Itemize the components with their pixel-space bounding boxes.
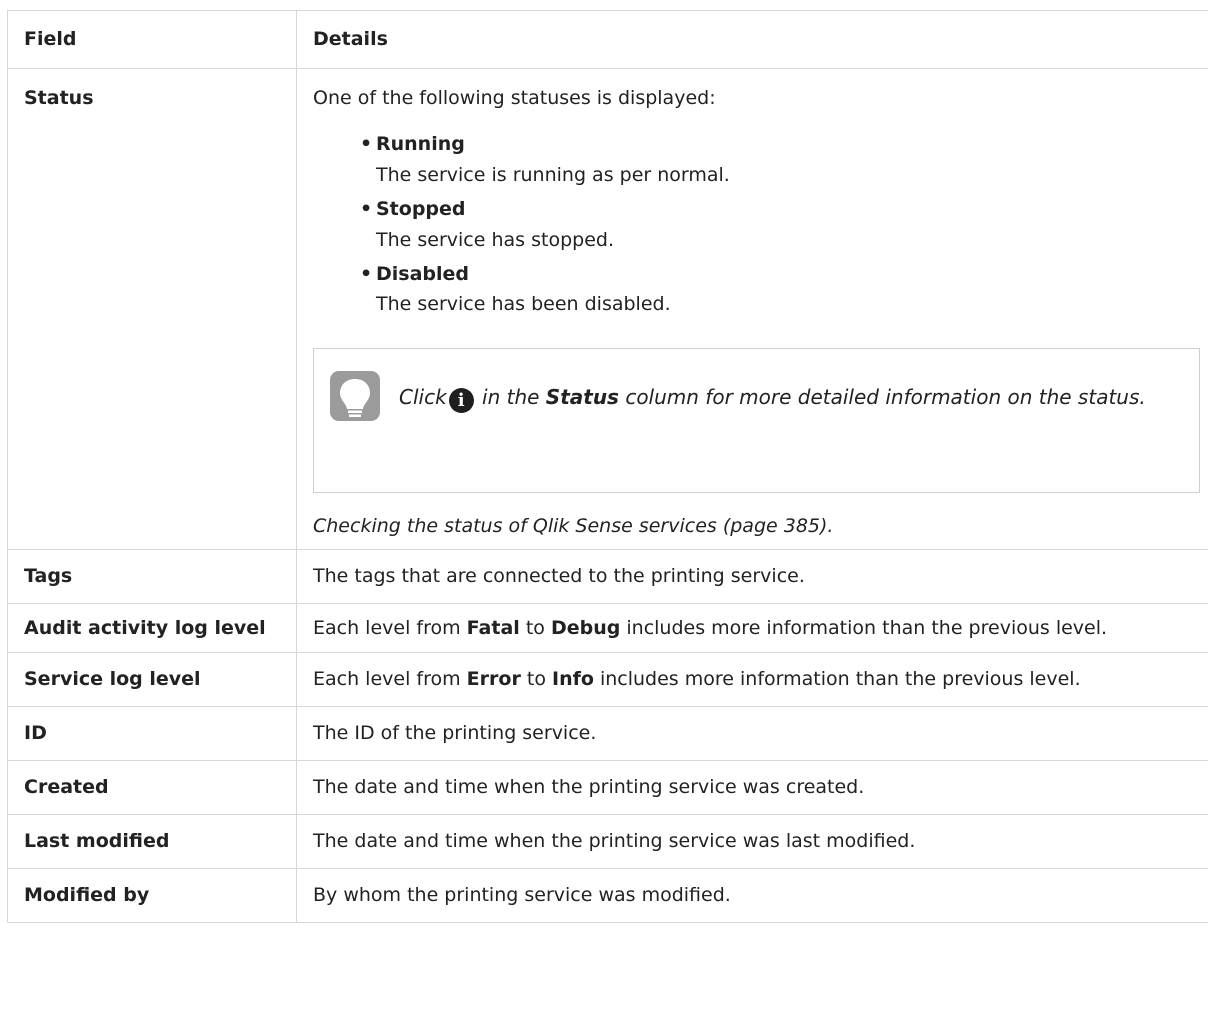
audit-from: Fatal	[466, 617, 520, 640]
link-suffix: .	[827, 514, 834, 537]
status-desc: The service is running as per normal.	[376, 163, 730, 186]
service-from: Error	[466, 667, 521, 690]
details-modified-by: By whom the printing service was modifie…	[296, 867, 1208, 923]
details-tags: The tags that are connected to the print…	[296, 549, 1208, 605]
bullet: •	[360, 262, 373, 285]
header-details: Details	[296, 10, 1208, 69]
status-desc: The service has stopped.	[376, 228, 614, 251]
tip-after: column for more detailed information on …	[625, 384, 1146, 409]
field-tags: Tags	[7, 549, 297, 605]
audit-suffix: includes more information than the previ…	[626, 617, 1108, 640]
status-name: Running	[376, 133, 465, 156]
bullet: •	[360, 198, 373, 221]
audit-prefix: Each level from	[313, 617, 461, 640]
header-field: Field	[7, 10, 297, 69]
table-row-tags: Tags The tags that are connected to the …	[7, 549, 1208, 605]
tip-middle: in the	[482, 384, 540, 409]
list-item: • Running The service is running as per …	[313, 129, 1200, 190]
field-status: Status	[7, 67, 297, 551]
details-created: The date and time when the printing serv…	[296, 759, 1208, 815]
status-link-line: Checking the status of Qlik Sense servic…	[313, 511, 1200, 541]
table-row-id: ID The ID of the printing service.	[7, 705, 1208, 761]
status-intro: One of the following statuses is display…	[313, 87, 716, 109]
field-audit: Audit activity log level	[7, 603, 297, 653]
status-name: Stopped	[376, 198, 466, 221]
service-to-word: to	[526, 667, 546, 690]
bullet: •	[360, 133, 373, 156]
field-last-modified: Last modified	[7, 813, 297, 869]
table-row-last-modified: Last modified The date and time when the…	[7, 813, 1208, 869]
tip-strong: Status	[545, 384, 619, 409]
info-circle-icon: i	[448, 387, 474, 413]
table-row-status: Status One of the following statuses is …	[7, 67, 1208, 551]
service-prefix: Each level from	[313, 667, 461, 690]
table-row-created: Created The date and time when the print…	[7, 759, 1208, 815]
details-service-log: Each level from Error to Info includes m…	[296, 651, 1208, 707]
tip-before: Click	[399, 384, 447, 409]
details-status: One of the following statuses is display…	[296, 67, 1208, 551]
field-modified-by: Modified by	[7, 867, 297, 923]
table-row-audit: Audit activity log level Each level from…	[7, 603, 1208, 653]
list-item: • Stopped The service has stopped.	[313, 194, 1200, 255]
status-list: • Running The service is running as per …	[313, 129, 1200, 319]
service-suffix: includes more information than the previ…	[599, 667, 1081, 690]
field-service-log: Service log level	[7, 651, 297, 707]
status-link[interactable]: Checking the status of Qlik Sense servic…	[313, 515, 827, 537]
tip-text: Click i in the Status column for more det…	[399, 381, 1169, 413]
tip-box: Click i in the Status column for more det…	[313, 347, 1200, 493]
audit-to-word: to	[525, 617, 545, 640]
field-id: ID	[7, 705, 297, 761]
status-desc: The service has been disabled.	[376, 293, 671, 316]
status-name: Disabled	[376, 262, 470, 285]
details-audit: Each level from Fatal to Debug includes …	[296, 603, 1208, 653]
audit-to: Debug	[550, 617, 621, 640]
table-row-modified-by: Modified by By whom the printing service…	[7, 867, 1208, 923]
details-id: The ID of the printing service.	[296, 705, 1208, 761]
list-item: • Disabled The service has been disabled…	[313, 259, 1200, 320]
table-row-service-log: Service log level Each level from Error …	[7, 651, 1208, 707]
service-to: Info	[552, 667, 594, 690]
fields-table: Field Details Status One of the followin…	[7, 10, 1208, 923]
field-created: Created	[7, 759, 297, 815]
details-last-modified: The date and time when the printing serv…	[296, 813, 1208, 869]
lightbulb-icon	[330, 370, 380, 421]
table-header-row: Field Details	[7, 10, 1208, 69]
